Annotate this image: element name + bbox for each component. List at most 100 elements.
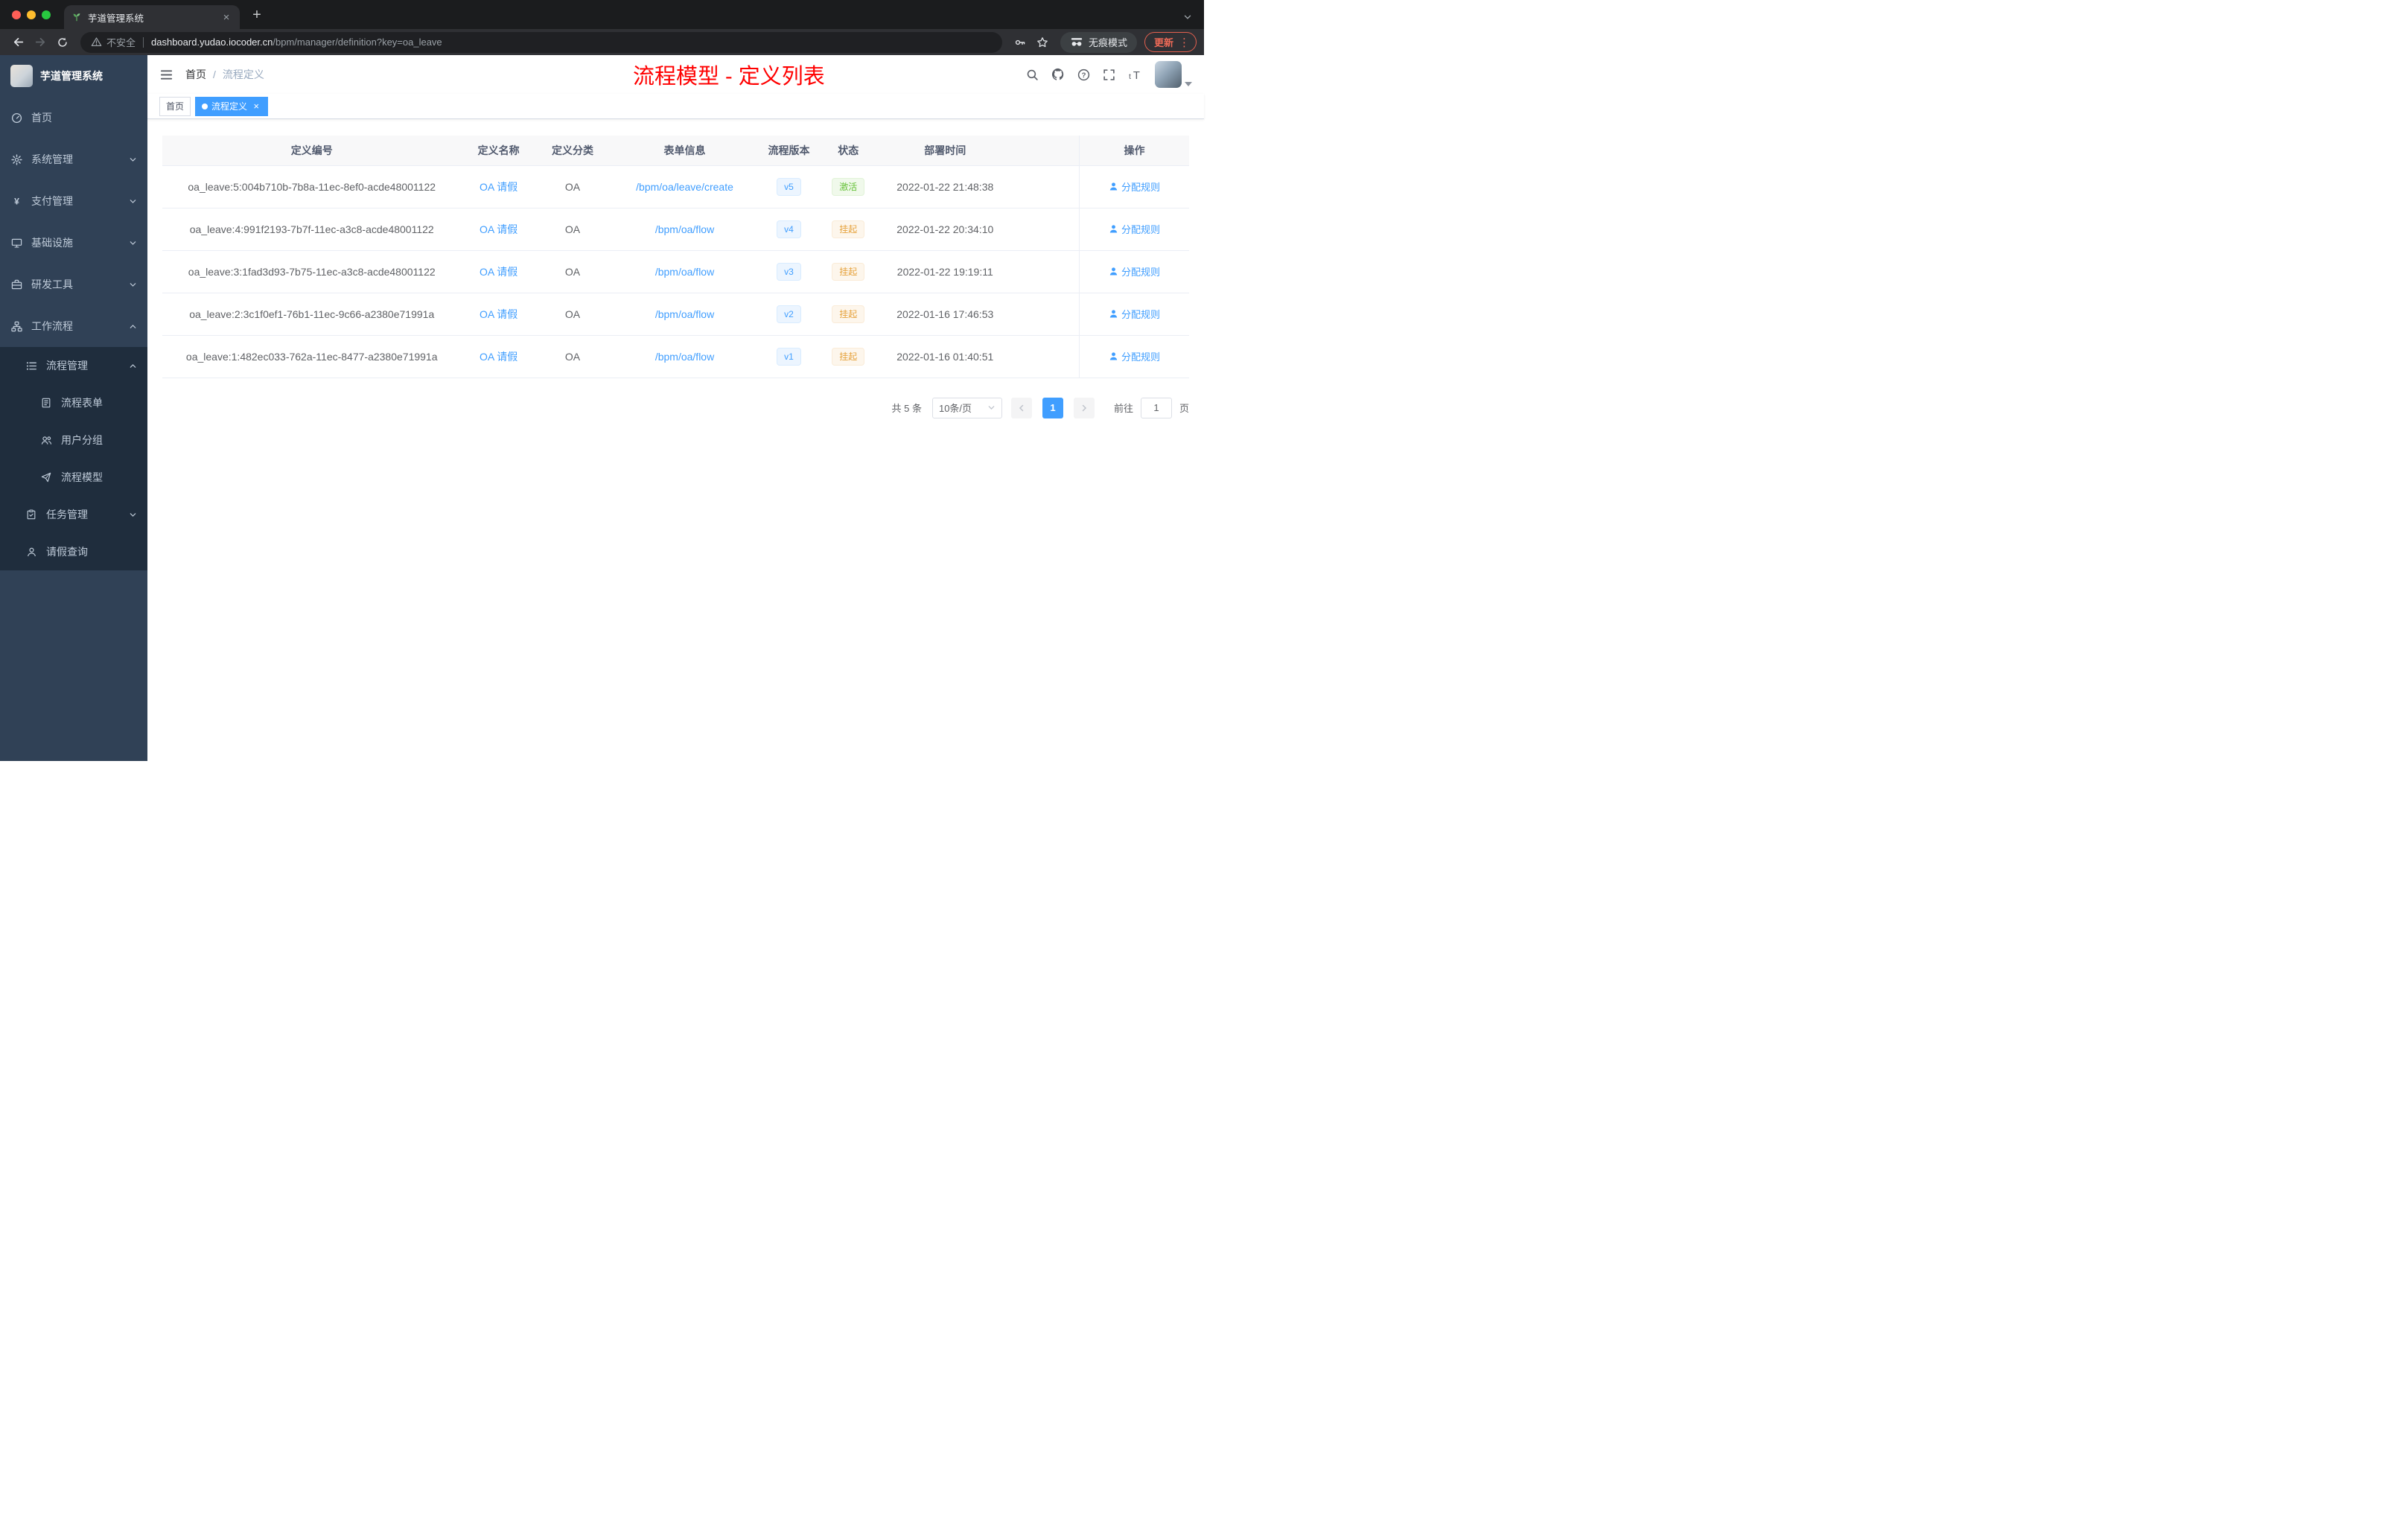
sidebar-item-8[interactable]: 用户分组 [0,421,147,459]
pagination: 共 5 条 10条/页 1 前往 1 页 [162,397,1189,418]
form-link[interactable]: /bpm/oa/flow [655,308,714,320]
hamburger-icon[interactable] [159,68,173,82]
form-info-cell: /bpm/oa/leave/create [609,165,760,208]
sidebar-item-10[interactable]: 任务管理 [0,496,147,533]
definition-category-cell: OA [535,250,610,293]
assign-rule-link[interactable]: 分配规则 [1109,179,1160,194]
password-key-icon[interactable] [1010,32,1031,53]
sidebar-item-9[interactable]: 流程模型 [0,459,147,496]
forward-button[interactable] [30,32,51,53]
fullscreen-icon[interactable] [1103,69,1115,81]
bookmark-star-icon[interactable] [1032,32,1053,53]
version-tag: v4 [777,220,801,238]
close-window-button[interactable] [12,10,21,19]
sidebar-item-2[interactable]: ¥ 支付管理 [0,180,147,222]
next-page-button[interactable] [1073,397,1095,418]
definition-name-link[interactable]: OA 请假 [480,308,517,320]
form-link[interactable]: /bpm/oa/flow [655,223,714,235]
tags-view: 首页 流程定义 × [147,94,1204,119]
sidebar-item-7[interactable]: 流程表单 [0,384,147,421]
column-header: 定义编号 [162,136,462,166]
app-logo[interactable]: 芋道管理系统 [0,55,147,97]
tag-close-icon[interactable]: × [251,101,261,112]
status-tag: 挂起 [832,262,865,281]
definition-id-cell: oa_leave:4:991f2193-7b7f-11ec-a3c8-acde4… [162,208,462,251]
definition-id: oa_leave:1:482ec033-762a-11ec-8477-a2380… [185,350,438,363]
minimize-window-button[interactable] [27,10,36,19]
update-button[interactable]: 更新 ⋮ [1144,32,1197,52]
tab-close-icon[interactable]: × [220,11,232,24]
definition-name-link[interactable]: OA 请假 [480,181,517,193]
assign-rule-link[interactable]: 分配规则 [1109,307,1160,321]
prev-page-button[interactable] [1010,397,1032,418]
page-size-value: 10条/页 [938,403,972,414]
definition-name-link[interactable]: OA 请假 [480,266,517,278]
goto-page-input[interactable] [1140,397,1172,418]
definition-id-cell: oa_leave:2:3c1f0ef1-76b1-11ec-9c66-a2380… [162,293,462,336]
sidebar-item-label: 支付管理 [31,195,73,207]
sidebar-item-6[interactable]: 流程管理 [0,347,147,384]
pagination-total: 共 5 条 [891,403,922,414]
deploy-time-cell: 2022-01-22 20:34:10 [879,208,1012,251]
browser-menu-icon[interactable]: ⋮ [1179,36,1190,49]
logo-image [10,65,33,87]
column-header: 定义名称 [461,136,536,166]
page-number-button[interactable]: 1 [1042,397,1063,418]
back-button[interactable] [7,32,28,53]
sidebar-item-4[interactable]: 研发工具 [0,264,147,305]
spacer-cell [1011,293,1080,336]
assign-rule-link[interactable]: 分配规则 [1109,222,1160,236]
table-header-row: 定义编号 定义名称 定义分类 表单信息 流程版本 状态 部署时间 操作 [162,136,1189,166]
version-tag: v2 [777,305,801,323]
form-link[interactable]: /bpm/oa/flow [655,266,714,278]
reload-button[interactable] [52,32,73,53]
sidebar-item-0[interactable]: 首页 [0,97,147,138]
browser-tab[interactable]: 芋道管理系统 × [64,5,240,29]
window-controls [0,0,64,29]
address-bar[interactable]: 不安全 dashboard.yudao.iocoder.cn/bpm/manag… [80,31,1002,53]
user-icon [1109,224,1118,234]
status-cell: 挂起 [818,208,879,251]
infrastructure-icon [10,238,22,249]
definition-name-link[interactable]: OA 请假 [480,351,517,363]
assign-rule-link[interactable]: 分配规则 [1109,264,1160,278]
definition-id-cell: oa_leave:5:004b710b-7b8a-11ec-8ef0-acde4… [162,165,462,208]
user-avatar[interactable] [1155,61,1192,88]
sidebar: 芋道管理系统 首页 系统管理 ¥ 支付管理基础设施研发工具 工作流程 流程管理 流程表单 用户… [0,55,147,761]
search-icon[interactable] [1026,69,1039,81]
font-size-icon[interactable]: tT [1128,69,1142,80]
form-link[interactable]: /bpm/oa/flow [655,351,714,363]
sidebar-item-1[interactable]: 系统管理 [0,138,147,180]
status-tag: 挂起 [832,220,865,238]
assign-rule-link[interactable]: 分配规则 [1109,349,1160,363]
github-icon[interactable] [1051,68,1065,81]
column-header: 定义分类 [535,136,610,166]
definition-category: OA [564,265,581,278]
sidebar-item-5[interactable]: 工作流程 [0,305,147,347]
sidebar-item-3[interactable]: 基础设施 [0,222,147,264]
gear-icon [10,153,22,165]
status-cell: 挂起 [818,293,879,336]
definition-category-cell: OA [535,335,610,378]
new-tab-button[interactable]: + [247,5,267,25]
breadcrumb-home[interactable]: 首页 [185,67,206,82]
help-icon[interactable]: ? [1077,69,1090,81]
main-area: 首页 / 流程定义 流程模型 - 定义列表 ? t T 首页 流程定义 × 定义… [147,55,1204,761]
sidebar-item-11[interactable]: 请假查询 [0,533,147,570]
sidebar-item-label: 基础设施 [31,237,73,249]
page-size-select[interactable]: 10条/页 [931,397,1002,418]
tag-item[interactable]: 首页 [159,96,191,116]
definition-name-link[interactable]: OA 请假 [480,223,517,235]
svg-text:t: t [1129,71,1131,80]
version-tag: v1 [777,347,801,366]
status-cell: 激活 [818,165,879,208]
zoom-window-button[interactable] [42,10,51,19]
top-navbar: 首页 / 流程定义 流程模型 - 定义列表 ? t T [147,55,1204,94]
process-version-cell: v2 [759,293,818,336]
not-secure-warning-icon [91,36,102,48]
definition-name-cell: OA 请假 [461,165,536,208]
user-group-icon [40,435,52,446]
tab-search-chevron-icon[interactable] [1183,13,1192,22]
tag-active[interactable]: 流程定义 × [195,96,269,116]
form-link[interactable]: /bpm/oa/leave/create [636,181,733,193]
